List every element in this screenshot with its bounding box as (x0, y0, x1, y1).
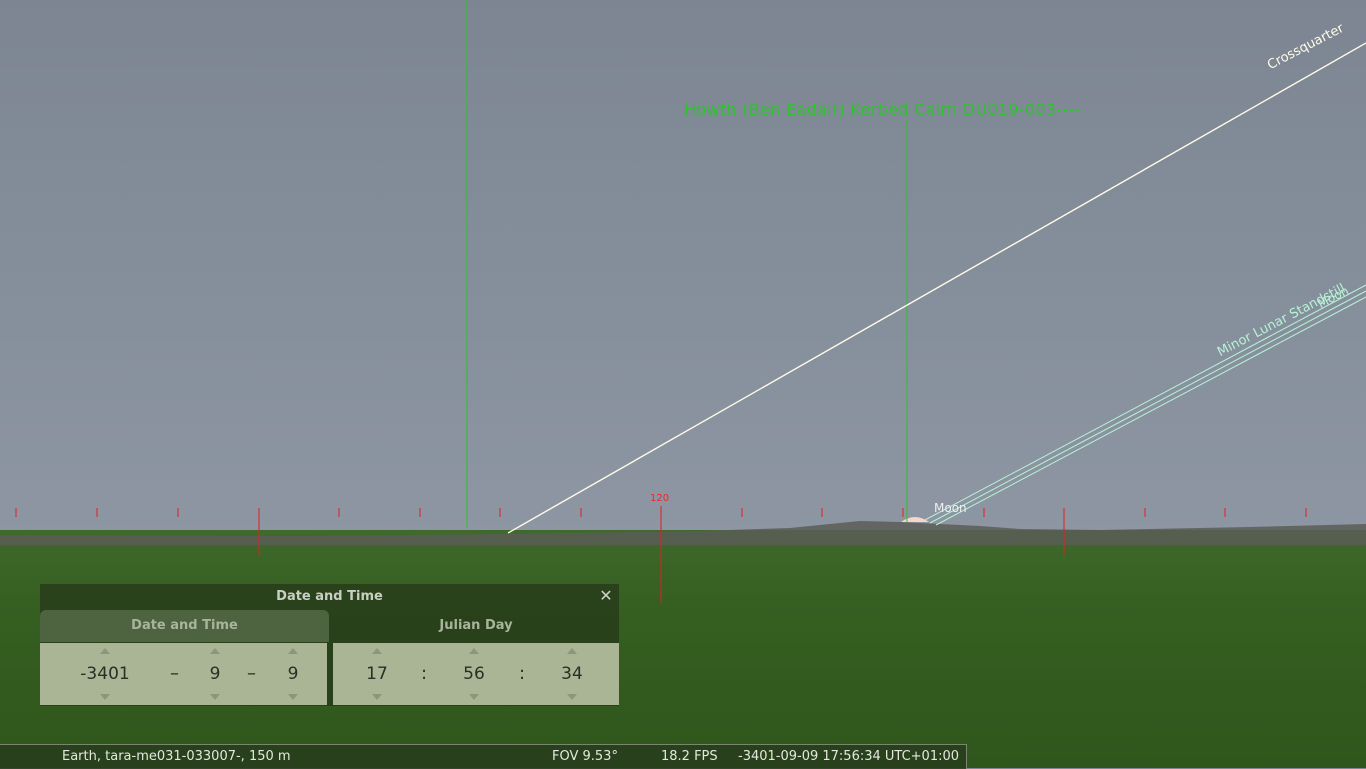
lunar-standstill-line-3 (935, 296, 1366, 526)
decrement-arrow-icon[interactable] (288, 694, 298, 700)
datetime-readout[interactable]: -3401-09-09 17:56:34 UTC+01:00 (738, 745, 959, 769)
tab-julian-day[interactable]: Julian Day (333, 610, 619, 642)
decrement-arrow-icon[interactable] (372, 694, 382, 700)
increment-arrow-icon[interactable] (567, 648, 577, 654)
moon-label[interactable]: Moon (934, 501, 967, 515)
date-separator: – (170, 663, 179, 684)
tab-date-and-time[interactable]: Date and Time (40, 610, 329, 642)
decrement-arrow-icon[interactable] (100, 694, 110, 700)
status-bar: Earth, tara-me031-033007-, 150 m FOV 9.5… (0, 744, 967, 769)
date-time-dialog[interactable]: Date and Time ✕ Date and Time Julian Day… (40, 584, 619, 706)
lunar-standstill-line-1 (924, 284, 1366, 521)
increment-arrow-icon[interactable] (210, 648, 220, 654)
year-spinbox[interactable]: -3401 (60, 643, 150, 705)
date-separator: – (247, 663, 256, 684)
month-spinbox[interactable]: 9 (195, 643, 235, 705)
close-icon[interactable]: ✕ (597, 587, 615, 605)
day-spinbox[interactable]: 9 (273, 643, 313, 705)
second-spinbox[interactable]: 34 (552, 643, 592, 705)
decrement-arrow-icon[interactable] (567, 694, 577, 700)
minute-value[interactable]: 56 (454, 664, 494, 684)
month-value[interactable]: 9 (195, 664, 235, 684)
increment-arrow-icon[interactable] (372, 648, 382, 654)
dialog-title[interactable]: Date and Time (40, 584, 619, 610)
hour-spinbox[interactable]: 17 (357, 643, 397, 705)
decrement-arrow-icon[interactable] (469, 694, 479, 700)
increment-arrow-icon[interactable] (100, 648, 110, 654)
day-value[interactable]: 9 (273, 664, 313, 684)
decrement-arrow-icon[interactable] (210, 694, 220, 700)
fov-readout[interactable]: FOV 9.53° (552, 745, 618, 769)
second-value[interactable]: 34 (552, 664, 592, 684)
year-value[interactable]: -3401 (60, 664, 150, 684)
increment-arrow-icon[interactable] (288, 648, 298, 654)
lunar-standstill-line-2 (929, 290, 1366, 524)
increment-arrow-icon[interactable] (469, 648, 479, 654)
fps-readout: 18.2 FPS (661, 749, 718, 764)
date-panel: -3401 – 9 – 9 (40, 643, 327, 705)
time-separator: : (421, 663, 428, 684)
moon-disc (901, 517, 929, 522)
deep-sky-object-label[interactable]: Howth (Ben Eadair) Kerbed Cairn DU019-00… (684, 100, 1081, 119)
azimuth-marker-label: 120 (650, 493, 670, 504)
horizon-hills (0, 521, 1366, 545)
location-info[interactable]: Earth, tara-me031-033007-, 150 m (62, 745, 291, 769)
minute-spinbox[interactable]: 56 (454, 643, 494, 705)
time-separator: : (519, 663, 526, 684)
time-panel: 17 : 56 : 34 (333, 643, 619, 705)
hour-value[interactable]: 17 (357, 664, 397, 684)
